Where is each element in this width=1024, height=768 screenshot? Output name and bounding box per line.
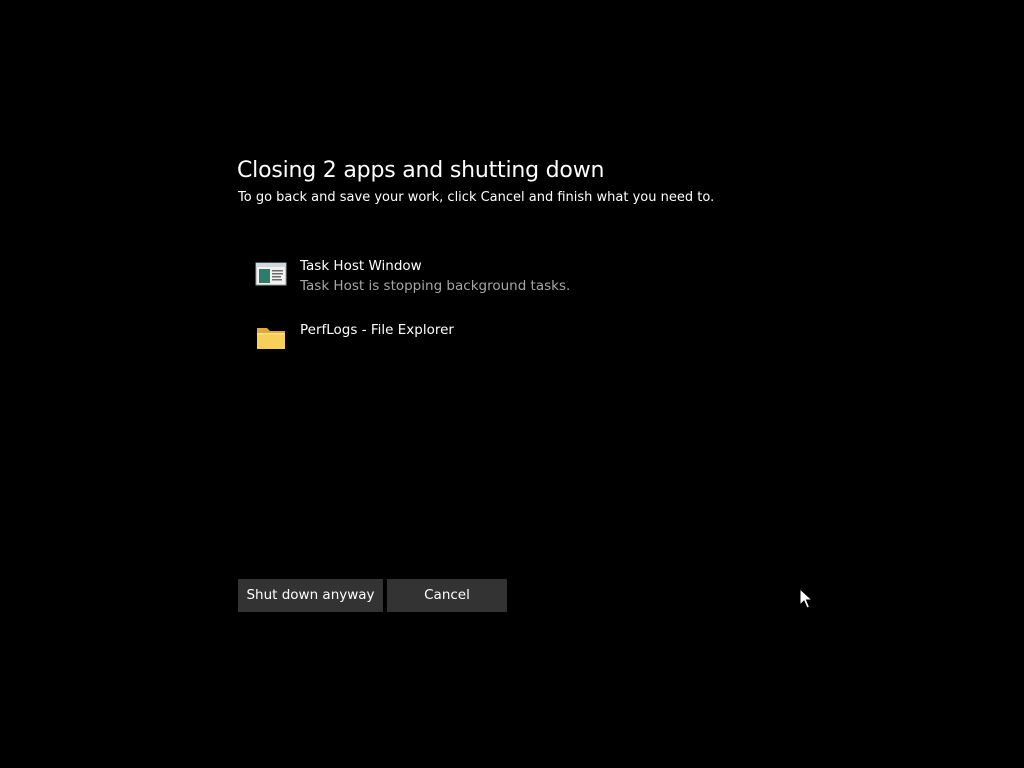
app-name: Task Host Window bbox=[300, 258, 422, 274]
app-name: PerfLogs - File Explorer bbox=[300, 322, 454, 338]
dialog-subtitle: To go back and save your work, click Can… bbox=[238, 190, 715, 205]
folder-icon bbox=[255, 322, 287, 352]
shut-down-anyway-button[interactable]: Shut down anyway bbox=[238, 579, 383, 612]
dialog-title: Closing 2 apps and shutting down bbox=[237, 158, 605, 183]
app-item-task-host: Task Host Window Task Host is stopping b… bbox=[255, 258, 755, 298]
app-item-file-explorer: PerfLogs - File Explorer bbox=[255, 322, 755, 362]
cancel-button[interactable]: Cancel bbox=[387, 579, 507, 612]
app-status: Task Host is stopping background tasks. bbox=[300, 278, 571, 294]
mouse-pointer-icon bbox=[799, 587, 814, 610]
task-host-window-icon bbox=[255, 258, 287, 288]
